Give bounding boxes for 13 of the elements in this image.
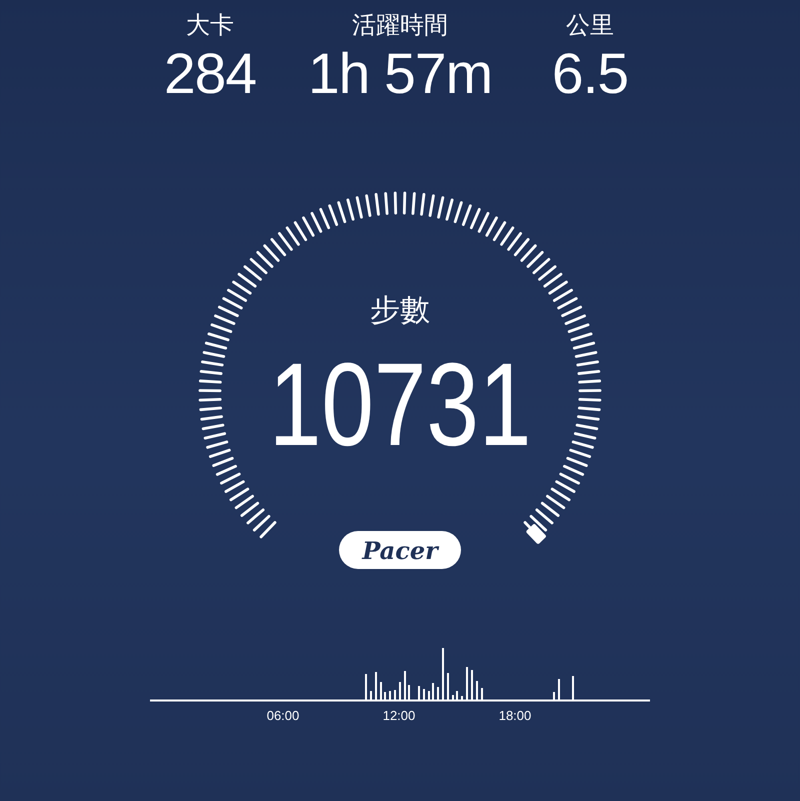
stat-label: 活躍時間 bbox=[352, 10, 448, 41]
time-label: 18:00 bbox=[498, 708, 532, 724]
logo-text: Pacer bbox=[362, 536, 438, 564]
steps-count: 10731 bbox=[268, 345, 532, 465]
stat-value: 284 bbox=[164, 42, 256, 106]
time-label: 06:00 bbox=[266, 708, 300, 724]
gauge-marker bbox=[526, 523, 547, 545]
stat-label: 公里 bbox=[566, 10, 614, 41]
stat-label: 大卡 bbox=[186, 10, 234, 41]
stat-value: 1h 57m bbox=[308, 42, 492, 106]
time-label: 12:00 bbox=[382, 708, 416, 724]
stat-value: 6.5 bbox=[552, 42, 628, 106]
steps-label: 步數 bbox=[370, 292, 430, 330]
